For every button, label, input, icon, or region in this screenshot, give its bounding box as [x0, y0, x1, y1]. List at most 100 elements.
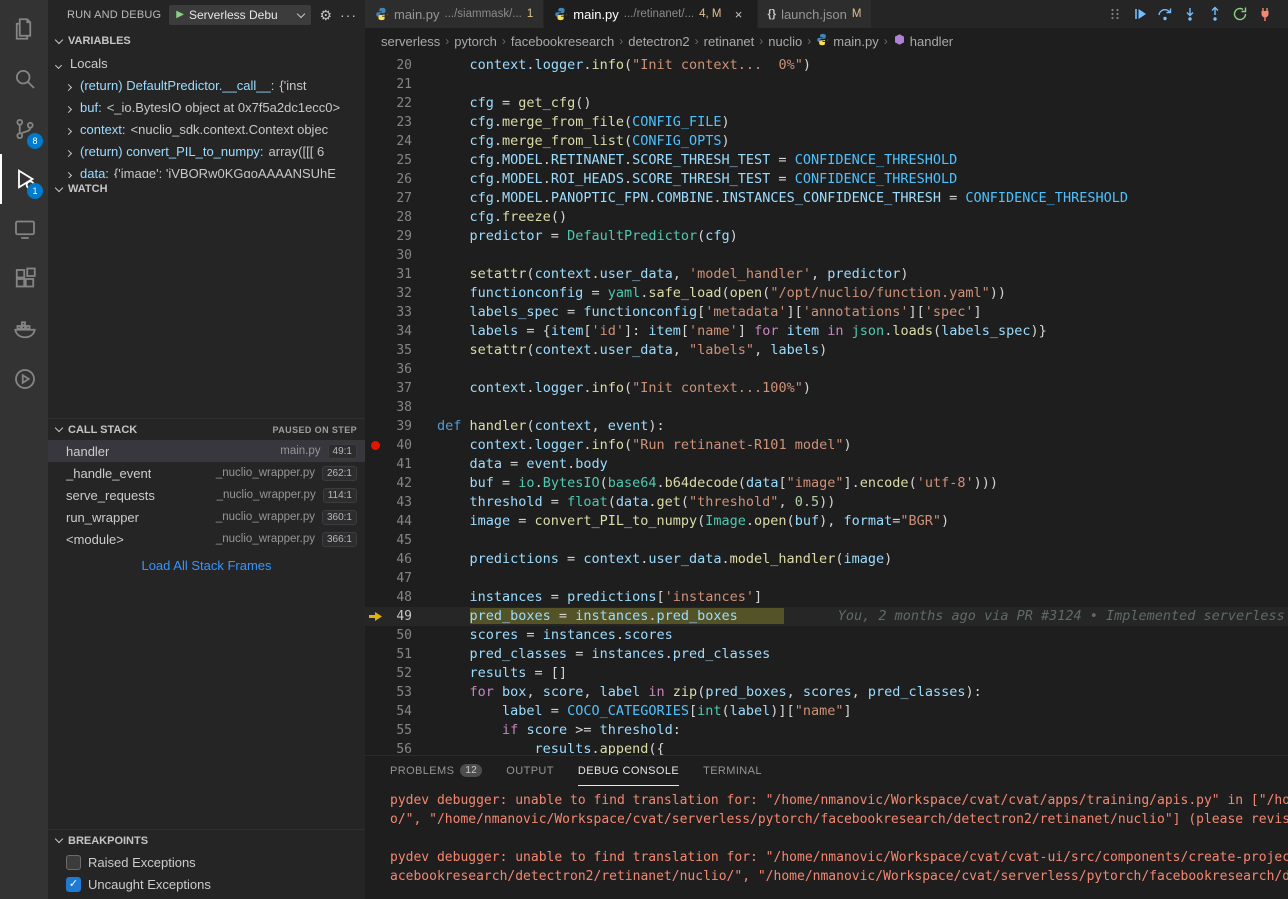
search-activity-button[interactable]: [0, 54, 48, 104]
code-line[interactable]: 44 image = convert_PIL_to_numpy(Image.op…: [365, 512, 1288, 531]
code-line[interactable]: 47: [365, 569, 1288, 588]
gutter-glyph[interactable]: [365, 645, 388, 664]
stack-frame[interactable]: run_wrapper_nuclio_wrapper.py360:1: [48, 506, 365, 528]
gutter-glyph[interactable]: [365, 493, 388, 512]
breadcrumb-item[interactable]: pytorch: [454, 34, 497, 49]
gutter-glyph[interactable]: [365, 683, 388, 702]
code-line[interactable]: 35 setattr(context.user_data, "labels", …: [365, 341, 1288, 360]
variable-row[interactable]: data:{'image': 'iVBORw0KGgoAAAANSUhE: [48, 162, 365, 178]
stack-frame[interactable]: _handle_event_nuclio_wrapper.py262:1: [48, 462, 365, 484]
stack-frame[interactable]: <module>_nuclio_wrapper.py366:1: [48, 528, 365, 550]
code-line[interactable]: 41 data = event.body: [365, 455, 1288, 474]
code-line[interactable]: 33 labels_spec = functionconfig['metadat…: [365, 303, 1288, 322]
code-line[interactable]: 20 context.logger.info("Init context... …: [365, 56, 1288, 75]
restart-button[interactable]: [1229, 2, 1251, 26]
gutter-glyph[interactable]: [365, 436, 388, 455]
step-out-button[interactable]: [1204, 2, 1226, 26]
call-stack-section-header[interactable]: CALL STACK PAUSED ON STEP: [48, 418, 365, 440]
play-circle-activity-button[interactable]: [0, 354, 48, 404]
gutter-glyph[interactable]: [365, 227, 388, 246]
checkbox[interactable]: ✓: [66, 877, 81, 892]
code-line[interactable]: 46 predictions = context.user_data.model…: [365, 550, 1288, 569]
source-control-activity-button[interactable]: 8: [0, 104, 48, 154]
editor-tab[interactable]: main.py.../retinanet/...4, M×: [544, 0, 757, 28]
code-line[interactable]: 40 context.logger.info("Run retinanet-R1…: [365, 436, 1288, 455]
stack-frame[interactable]: handlermain.py49:1: [48, 440, 365, 462]
code-line[interactable]: 52 results = []: [365, 664, 1288, 683]
code-line[interactable]: 50 scores = instances.scores: [365, 626, 1288, 645]
code-line[interactable]: 37 context.logger.info("Init context...1…: [365, 379, 1288, 398]
code-line[interactable]: 21: [365, 75, 1288, 94]
gutter-glyph[interactable]: [365, 284, 388, 303]
code-line[interactable]: 51 pred_classes = instances.pred_classes: [365, 645, 1288, 664]
variable-row[interactable]: (return) DefaultPredictor.__call__:{'ins…: [48, 74, 365, 96]
stack-frame[interactable]: serve_requests_nuclio_wrapper.py114:1: [48, 484, 365, 506]
gutter-glyph[interactable]: [365, 132, 388, 151]
close-icon[interactable]: ×: [731, 7, 747, 22]
code-line[interactable]: 56 results.append({: [365, 740, 1288, 755]
breadcrumb-item[interactable]: serverless: [381, 34, 440, 49]
gutter-glyph[interactable]: [365, 208, 388, 227]
gutter-glyph[interactable]: [365, 341, 388, 360]
watch-section-header[interactable]: WATCH: [48, 178, 365, 200]
variable-row[interactable]: buf:<_io.BytesIO object at 0x7f5a2dc1ecc…: [48, 96, 365, 118]
gutter-glyph[interactable]: [365, 721, 388, 740]
breadcrumb-item[interactable]: handler: [893, 33, 953, 49]
gutter-glyph[interactable]: [365, 740, 388, 755]
breakpoints-section-header[interactable]: BREAKPOINTS: [48, 829, 365, 851]
code-line[interactable]: 30: [365, 246, 1288, 265]
code-line[interactable]: 43 threshold = float(data.get("threshold…: [365, 493, 1288, 512]
debug-console-output[interactable]: pydev debugger: unable to find translati…: [365, 786, 1288, 899]
variable-row[interactable]: (return) convert_PIL_to_numpy:array([[[ …: [48, 140, 365, 162]
code-editor[interactable]: 20 context.logger.info("Init context... …: [365, 54, 1288, 755]
code-line[interactable]: 39def handler(context, event):: [365, 417, 1288, 436]
breakpoint-row[interactable]: Raised Exceptions: [48, 851, 365, 873]
code-line[interactable]: 27 cfg.MODEL.PANOPTIC_FPN.COMBINE.INSTAN…: [365, 189, 1288, 208]
variables-section-header[interactable]: VARIABLES: [48, 30, 365, 52]
disconnect-button[interactable]: [1254, 2, 1276, 26]
debug-config-dropdown[interactable]: ▶ Serverless Debu: [169, 5, 311, 25]
code-line[interactable]: 53 for box, score, label in zip(pred_box…: [365, 683, 1288, 702]
scope-locals[interactable]: Locals: [48, 52, 365, 74]
gutter-glyph[interactable]: [365, 531, 388, 550]
gutter-glyph[interactable]: [365, 417, 388, 436]
code-line[interactable]: 28 cfg.freeze(): [365, 208, 1288, 227]
gutter-glyph[interactable]: [365, 303, 388, 322]
panel-tab-problems[interactable]: PROBLEMS12: [390, 756, 482, 786]
breadcrumb-item[interactable]: retinanet: [704, 34, 755, 49]
code-line[interactable]: 55 if score >= threshold:: [365, 721, 1288, 740]
breadcrumb-item[interactable]: main.py: [816, 33, 879, 49]
code-line[interactable]: 36: [365, 360, 1288, 379]
extensions-activity-button[interactable]: [0, 254, 48, 304]
explorer-activity-button[interactable]: [0, 4, 48, 54]
code-line[interactable]: 42 buf = io.BytesIO(base64.b64decode(dat…: [365, 474, 1288, 493]
gutter-glyph[interactable]: [365, 94, 388, 113]
load-all-stack-frames-link[interactable]: Load All Stack Frames: [141, 558, 271, 573]
gutter-glyph[interactable]: [365, 626, 388, 645]
start-debug-icon[interactable]: ▶: [176, 10, 184, 20]
run-and-debug-activity-button[interactable]: 1: [0, 154, 48, 204]
panel-tab-terminal[interactable]: TERMINAL: [703, 756, 762, 786]
panel-tab-debug-console[interactable]: DEBUG CONSOLE: [578, 756, 679, 786]
code-line[interactable]: 29 predictor = DefaultPredictor(cfg): [365, 227, 1288, 246]
grip-button[interactable]: [1104, 2, 1126, 26]
gutter-glyph[interactable]: [365, 702, 388, 721]
remote-explorer-activity-button[interactable]: [0, 204, 48, 254]
code-line[interactable]: 24 cfg.merge_from_list(CONFIG_OPTS): [365, 132, 1288, 151]
code-line[interactable]: 32 functionconfig = yaml.safe_load(open(…: [365, 284, 1288, 303]
code-line[interactable]: 26 cfg.MODEL.ROI_HEADS.SCORE_THRESH_TEST…: [365, 170, 1288, 189]
breadcrumb-item[interactable]: facebookresearch: [511, 34, 614, 49]
gutter-glyph[interactable]: [365, 474, 388, 493]
editor-tab[interactable]: main.py.../siammask/...1: [365, 0, 544, 28]
gutter-glyph[interactable]: [365, 398, 388, 417]
gutter-glyph[interactable]: [365, 113, 388, 132]
gutter-glyph[interactable]: [365, 265, 388, 284]
code-line[interactable]: 23 cfg.merge_from_file(CONFIG_FILE): [365, 113, 1288, 132]
breakpoint-row[interactable]: ✓Uncaught Exceptions: [48, 873, 365, 895]
gutter-glyph[interactable]: [365, 664, 388, 683]
gutter-glyph[interactable]: [365, 569, 388, 588]
gutter-glyph[interactable]: [365, 75, 388, 94]
more-actions-icon[interactable]: ···: [340, 7, 357, 23]
gutter-glyph[interactable]: [365, 550, 388, 569]
code-line[interactable]: 48 instances = predictions['instances']: [365, 588, 1288, 607]
